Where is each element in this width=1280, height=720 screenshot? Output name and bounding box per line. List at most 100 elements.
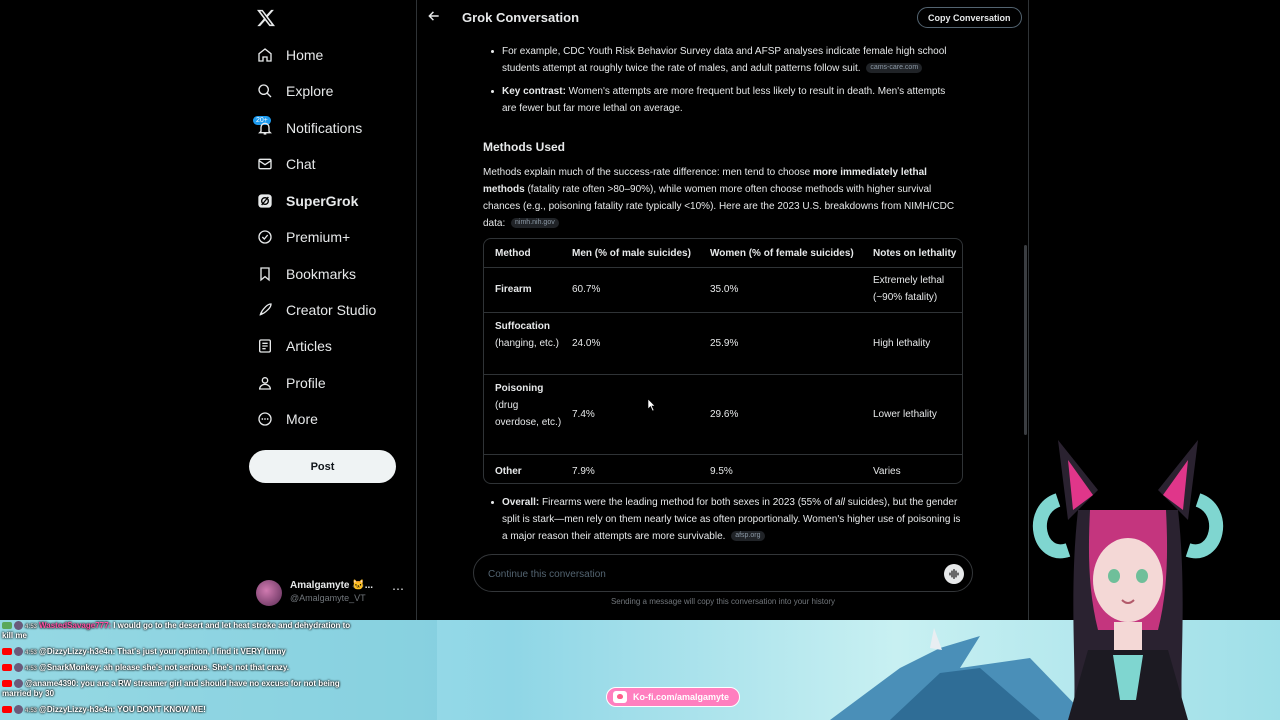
table-cell: Lower lethality (873, 409, 937, 420)
nav-home-label: Home (286, 47, 324, 63)
paragraph: Methods explain much of the success-rate… (483, 164, 961, 232)
mouse-cursor-icon (648, 399, 656, 411)
input-hint: Sending a message will copy this convers… (610, 597, 836, 606)
vtuber-avatar (1033, 440, 1223, 720)
sidebar: Home Explore 20+ Notifications Chat Supe… (0, 0, 417, 620)
source-chip[interactable]: afsp.org (731, 531, 765, 542)
table-cell: 7.9% (572, 466, 595, 477)
nav-profile[interactable]: Profile (255, 369, 326, 397)
table-cell: Varies (873, 466, 901, 477)
table-cell: 25.9% (710, 338, 739, 349)
bullet-bold: Key contrast: (502, 86, 566, 97)
nav-chat[interactable]: Chat (255, 150, 316, 178)
rocket-icon (255, 300, 275, 320)
chat-message: @aname4390: you are a RW streamer girl an… (2, 679, 340, 689)
table-cell: 60.7% (572, 284, 601, 295)
methods-table: Method Men (% of male suicides) Women (%… (483, 238, 963, 484)
nav-notifications[interactable]: Notifications (255, 114, 362, 142)
youtube-icon (2, 664, 12, 672)
chat-avatar (14, 663, 23, 673)
table-row: Suffocation (hanging, etc.) 24.0% 25.9% … (484, 313, 962, 375)
chat-text: That's just your opinion, I find it VERY… (117, 647, 286, 656)
more-circle-icon (255, 409, 275, 429)
youtube-icon (2, 622, 12, 630)
chat-username: WastedSavage777: (39, 621, 112, 630)
x-logo-icon[interactable] (256, 8, 276, 28)
kofi-label: Ko-fi.com/amalgamyte (633, 692, 730, 702)
chat-time: 4:53 (25, 666, 38, 672)
table-cell: 29.6% (710, 409, 739, 420)
chat-text: ah please she's not serious. She's not t… (103, 663, 290, 672)
main-column: Grok Conversation Copy Conversation For … (417, 0, 1029, 620)
table-cell: Extremely lethal (~90% fatality) (873, 275, 945, 303)
table-cell: High lethality (873, 338, 931, 349)
nav-bookmarks[interactable]: Bookmarks (255, 260, 356, 288)
scrollbar-thumb[interactable] (1024, 245, 1027, 435)
chat-username: @SnarkMonkey: (39, 663, 102, 672)
source-chip[interactable]: nimh.nih.gov (511, 218, 559, 229)
nav-premium[interactable]: Premium+ (255, 223, 350, 251)
table-header-cell: Men (% of male suicides) (572, 248, 691, 259)
chat-text: married by 30 (2, 689, 55, 698)
verified-icon (255, 227, 275, 247)
kofi-cup-icon (613, 691, 627, 703)
bullet-dot (491, 50, 494, 53)
bullet-dot (491, 90, 494, 93)
table-header-cell: Notes on lethality (873, 248, 957, 259)
youtube-icon (2, 680, 12, 688)
kofi-link[interactable]: Ko-fi.com/amalgamyte (606, 687, 741, 707)
waveform-icon (949, 568, 959, 580)
table-header-cell: Method (495, 248, 531, 259)
source-chip[interactable]: cams-care.com (866, 63, 923, 74)
search-icon (255, 81, 275, 101)
bullet-text: For example, CDC Youth Risk Behavior Sur… (491, 43, 961, 77)
mail-icon (255, 154, 275, 174)
nav-more[interactable]: More (255, 405, 318, 433)
home-icon (255, 45, 275, 65)
section-heading: Methods Used (483, 140, 566, 154)
list-item: For example, CDC Youth Risk Behavior Sur… (491, 43, 961, 77)
youtube-icon (2, 648, 12, 656)
chat-text: you are a RW streamer girl and should ha… (80, 679, 340, 688)
table-row: Other 7.9% 9.5% Varies (484, 455, 962, 483)
bullet-text-body: Firearms were the leading method for bot… (539, 497, 835, 508)
table-row: Firearm 60.7% 35.0% Extremely lethal (~9… (484, 268, 962, 313)
table-header-cell: Women (% of female suicides) (710, 248, 854, 259)
chat-time: 4:53 (25, 650, 38, 656)
continue-conversation-input[interactable] (488, 565, 928, 583)
bullet-dot (491, 501, 494, 504)
chat-message: 4:53 @DizzyLizzy-h3e4n: That's just your o… (2, 647, 286, 658)
nav-premium-label: Premium+ (286, 229, 351, 245)
paragraph-text: Methods explain much of the success-rate… (483, 167, 813, 178)
continue-conversation-bar (473, 554, 973, 592)
chat-avatar (14, 621, 23, 631)
table-cell: 35.0% (710, 284, 739, 295)
bullet-bold: Overall: (502, 497, 540, 508)
post-button[interactable]: Post (249, 450, 396, 483)
nav-creator-studio-label: Creator Studio (286, 302, 377, 318)
account-name: Amalgamyte 🐱... (290, 580, 374, 591)
chat-username: @aname4390: (25, 679, 79, 688)
bullet-text: Key contrast: Women's attempts are more … (491, 83, 961, 117)
nav-explore[interactable]: Explore (255, 77, 333, 105)
bullet-italic: all (834, 497, 845, 508)
list-item: Key contrast: Women's attempts are more … (491, 83, 961, 117)
nav-supergrok[interactable]: SuperGrok (255, 187, 358, 215)
table-cell-method: Suffocation (495, 321, 550, 332)
nav-articles[interactable]: Articles (255, 332, 332, 360)
account-switcher[interactable]: Amalgamyte 🐱... @Amalgamyte_VT ⋯ (256, 576, 406, 610)
bullet-text: Overall: Firearms were the leading metho… (491, 494, 961, 545)
chat-username: @DizzyLizzy-h3e4n: (39, 647, 116, 656)
table-cell-method: Poisoning (495, 383, 544, 394)
nav-supergrok-label: SuperGrok (286, 193, 359, 209)
table-row: Poisoning (drug overdose, etc.) 7.4% 29.… (484, 375, 962, 455)
table-cell: 24.0% (572, 338, 601, 349)
nav-notifications-label: Notifications (286, 120, 363, 136)
nav-creator-studio[interactable]: Creator Studio (255, 296, 376, 324)
chat-message: 4:53 @SnarkMonkey: ah please she's not ser… (2, 663, 289, 674)
copy-conversation-button[interactable]: Copy Conversation (917, 7, 1022, 28)
back-arrow-icon[interactable] (427, 9, 441, 23)
account-more-icon[interactable]: ⋯ (392, 582, 404, 596)
nav-home[interactable]: Home (255, 41, 323, 69)
voice-mode-button[interactable] (944, 564, 964, 584)
